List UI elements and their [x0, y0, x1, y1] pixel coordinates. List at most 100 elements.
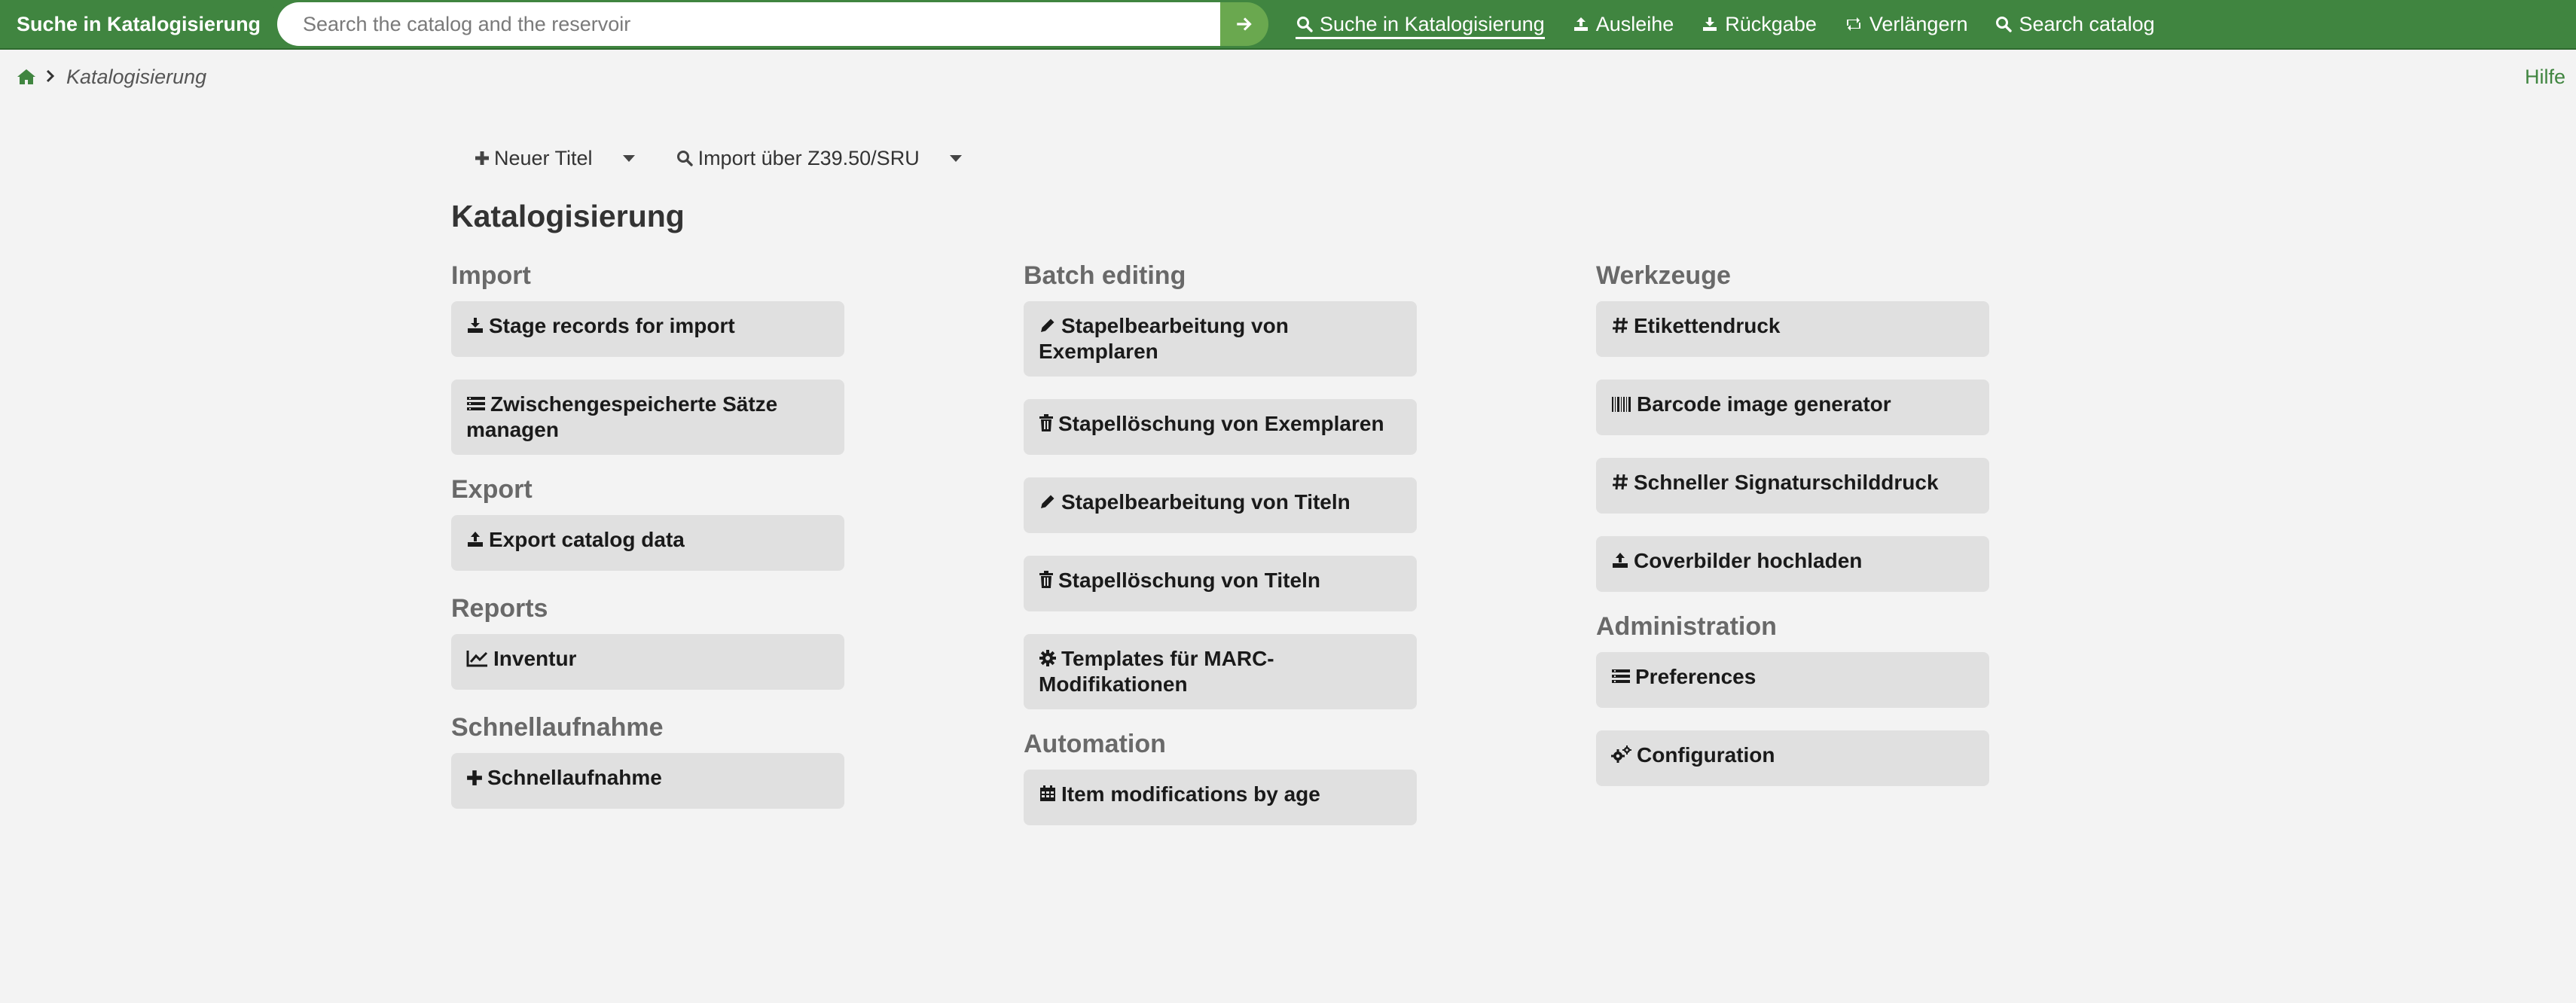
nav-label: Suche in Katalogisierung	[1320, 12, 1545, 35]
tile-label: Stage records for import	[489, 314, 735, 337]
hashtag-icon	[1613, 474, 1628, 490]
pencil-icon	[1041, 319, 1055, 332]
home-icon[interactable]	[17, 68, 36, 86]
breadcrumb-separator-icon	[45, 66, 56, 89]
trash-icon	[1039, 571, 1053, 588]
upload-icon	[468, 532, 483, 547]
batch-record-modification-button[interactable]: Stapelbearbeitung von Titeln	[1024, 477, 1417, 533]
tile-label: Barcode image generator	[1637, 392, 1891, 416]
nav-search-cataloging[interactable]: Suche in Katalogisierung	[1296, 0, 1545, 48]
tile-label: Inventur	[493, 647, 577, 670]
item-modifications-by-age-button[interactable]: Item modifications by age	[1024, 770, 1417, 825]
z3950-search-button[interactable]: Import über Z39.50/SRU	[676, 140, 920, 176]
section-heading-fast-cataloging: Schnellaufnahme	[451, 713, 664, 742]
list-icon	[1612, 669, 1630, 683]
stage-records-button[interactable]: Stage records for import	[451, 301, 844, 357]
nav-label: Search catalog	[2019, 12, 2155, 35]
tile-label: Stapellöschung von Titeln	[1058, 569, 1320, 592]
fast-cataloging-button[interactable]: Schnellaufnahme	[451, 753, 844, 809]
batch-record-deletion-button[interactable]: Stapellöschung von Titeln	[1024, 556, 1417, 611]
line-chart-icon	[466, 651, 488, 667]
nav-label: Ausleihe	[1595, 12, 1674, 35]
tile-label: Item modifications by age	[1061, 782, 1320, 806]
search-field-wrapper	[277, 2, 1220, 46]
trash-icon	[1039, 414, 1053, 431]
barcode-icon	[1612, 397, 1631, 412]
column-right: Werkzeuge Etikettendruck Barcode image g…	[1596, 261, 1989, 810]
section-heading-reports: Reports	[451, 594, 548, 623]
top-header: Suche in Katalogisierung Suche in Katalo…	[0, 0, 2576, 50]
breadcrumb-current: Katalogisierung	[66, 65, 207, 88]
tile-label: Stapelbearbeitung von Titeln	[1061, 490, 1351, 514]
preferences-button[interactable]: Preferences	[1596, 652, 1989, 708]
search-context-label[interactable]: Suche in Katalogisierung	[0, 0, 280, 48]
tile-label: Stapellöschung von Exemplaren	[1058, 412, 1384, 435]
tile-label: Stapelbearbeitung von Exemplaren	[1039, 314, 1289, 363]
nav-checkout[interactable]: Ausleihe	[1572, 0, 1674, 48]
manage-staged-records-button[interactable]: Zwischengespeicherte Sätze managen	[451, 380, 844, 455]
tile-label: Preferences	[1635, 665, 1757, 688]
search-input[interactable]	[301, 11, 1220, 37]
plus-icon	[475, 151, 489, 165]
tile-label: Coverbilder hochladen	[1634, 549, 1863, 572]
upload-icon	[1573, 17, 1588, 31]
inventory-button[interactable]: Inventur	[451, 634, 844, 690]
tile-label: Schnellaufnahme	[487, 766, 662, 789]
download-icon	[1703, 17, 1717, 31]
breadcrumb: Katalogisierung	[17, 63, 206, 90]
marc-modification-templates-button[interactable]: Templates für MARC-Modifikationen	[1024, 634, 1417, 709]
section-heading-import: Import	[451, 261, 531, 290]
help-link[interactable]: Hilfe	[2525, 63, 2565, 90]
export-catalog-button[interactable]: Export catalog data	[451, 515, 844, 571]
tile-label: Zwischengespeicherte Sätze managen	[466, 392, 778, 441]
column-left: Import Stage records for import Zwischen…	[451, 261, 844, 833]
batch-item-deletion-button[interactable]: Stapellöschung von Exemplaren	[1024, 399, 1417, 455]
calendar-icon	[1040, 785, 1055, 801]
section-heading-batch-editing: Batch editing	[1024, 261, 1186, 290]
section-heading-administration: Administration	[1596, 612, 1777, 641]
section-heading-export: Export	[451, 475, 533, 504]
tile-label: Configuration	[1637, 743, 1775, 767]
cataloging-toolbar: Neuer Titel Import über Z39.50/SRU	[475, 140, 1003, 176]
tile-label: Export catalog data	[489, 528, 685, 551]
plus-icon	[467, 770, 482, 785]
search-context-text: Suche in Katalogisierung	[17, 12, 261, 35]
tile-label: Etikettendruck	[1634, 314, 1781, 337]
search-submit-button[interactable]	[1220, 2, 1268, 46]
nav-checkin[interactable]: Rückgabe	[1701, 0, 1817, 48]
z3950-search-label: Import über Z39.50/SRU	[697, 146, 920, 169]
hashtag-icon	[1613, 317, 1628, 334]
section-heading-tools: Werkzeuge	[1596, 261, 1731, 290]
nav-label: Verlängern	[1869, 12, 1968, 35]
arrow-right-icon	[1237, 17, 1252, 31]
tile-label: Templates für MARC-Modifikationen	[1039, 647, 1274, 696]
batch-item-modification-button[interactable]: Stapelbearbeitung von Exemplaren	[1024, 301, 1417, 377]
new-record-button[interactable]: Neuer Titel	[475, 140, 593, 176]
gears-icon	[1611, 745, 1631, 763]
search-icon	[676, 151, 693, 166]
nav-renew[interactable]: Verlängern	[1844, 0, 1968, 48]
section-heading-automation: Automation	[1024, 730, 1166, 758]
header-nav: Suche in Katalogisierung Ausleihe Rückga…	[1296, 0, 2182, 48]
configuration-button[interactable]: Configuration	[1596, 730, 1989, 786]
column-middle: Batch editing Stapelbearbeitung von Exem…	[1024, 261, 1417, 849]
retweet-icon	[1846, 17, 1860, 31]
z3950-dropdown-caret[interactable]	[949, 154, 962, 162]
barcode-image-generator-button[interactable]: Barcode image generator	[1596, 380, 1989, 435]
tile-label: Schneller Signaturschilddruck	[1634, 471, 1939, 494]
pencil-icon	[1041, 495, 1055, 508]
search-icon	[1996, 17, 2013, 32]
label-creator-button[interactable]: Etikettendruck	[1596, 301, 1989, 357]
search-icon	[1297, 17, 1313, 32]
new-record-label: Neuer Titel	[494, 146, 593, 169]
gear-icon	[1039, 650, 1056, 666]
page-title: Katalogisierung	[451, 199, 685, 233]
new-record-dropdown-caret[interactable]	[622, 154, 635, 162]
nav-search-catalog[interactable]: Search catalog	[1995, 0, 2155, 48]
list-icon	[467, 397, 485, 410]
upload-icon	[1613, 553, 1628, 568]
quick-spine-label-button[interactable]: Schneller Signaturschilddruck	[1596, 458, 1989, 514]
download-icon	[468, 318, 483, 333]
upload-cover-images-button[interactable]: Coverbilder hochladen	[1596, 536, 1989, 592]
nav-label: Rückgabe	[1725, 12, 1817, 35]
